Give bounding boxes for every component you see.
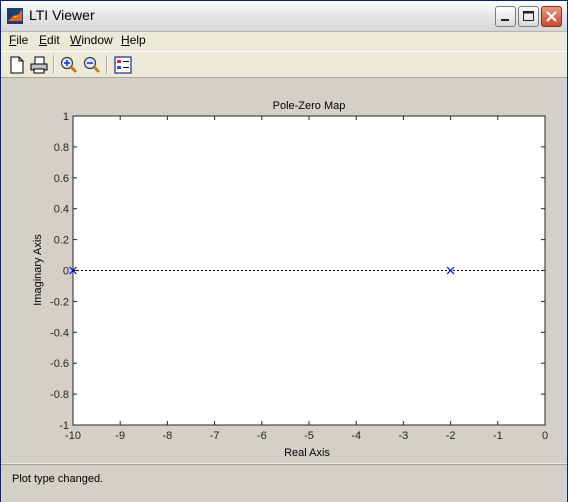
title-bar[interactable]: LTI Viewer (1, 1, 567, 32)
lti-viewer-window: LTI Viewer File Edit Window Help Pole-Ze… (0, 0, 568, 502)
toolbar-separator (53, 55, 55, 74)
y-tick-label: 0.8 (54, 142, 69, 154)
plot-panel: Pole-Zero Map Real Axis Imaginary Axis -… (1, 78, 567, 463)
y-tick-label: 0 (63, 266, 69, 278)
window-title: LTI Viewer (29, 7, 95, 23)
menu-file[interactable]: File (9, 33, 28, 47)
toolbar-separator (106, 55, 108, 74)
y-tick-label: -0.4 (50, 327, 69, 339)
new-document-icon[interactable] (7, 55, 27, 75)
close-icon (546, 11, 557, 22)
zoom-out-icon[interactable] (82, 55, 102, 75)
minimize-button[interactable] (495, 6, 516, 27)
x-tick-label: -3 (399, 430, 409, 442)
x-tick-label: -9 (115, 430, 125, 442)
menu-help[interactable]: Help (121, 33, 146, 47)
x-tick-label: -6 (257, 430, 267, 442)
y-tick-label: 0.4 (54, 204, 69, 216)
menu-bar: File Edit Window Help (1, 32, 567, 50)
maximize-icon (523, 11, 534, 21)
chart-title: Pole-Zero Map (273, 100, 346, 112)
y-axis-label: Imaginary Axis (32, 234, 44, 306)
minimize-icon (501, 19, 509, 21)
close-button[interactable] (541, 6, 562, 27)
zoom-in-icon[interactable] (59, 55, 79, 75)
x-tick-label: -4 (351, 430, 361, 442)
x-tick-label: -8 (163, 430, 173, 442)
x-tick-label: -1 (493, 430, 503, 442)
print-icon[interactable] (29, 55, 49, 75)
menu-edit[interactable]: Edit (39, 33, 60, 47)
y-tick-label: 1 (63, 111, 69, 123)
legend-icon[interactable] (113, 55, 133, 75)
x-tick-label: -2 (446, 430, 456, 442)
y-tick-label: 0.6 (54, 173, 69, 185)
toolbar (1, 51, 567, 78)
y-tick-label: -0.8 (50, 389, 69, 401)
x-tick-label: -5 (304, 430, 314, 442)
y-tick-label: -0.6 (50, 358, 69, 370)
y-tick-label: -1 (59, 420, 69, 432)
x-tick-label: 0 (542, 430, 548, 442)
status-bar: Plot type changed. (1, 464, 567, 502)
x-tick-label: -7 (210, 430, 220, 442)
status-message: Plot type changed. (12, 473, 104, 485)
menu-window[interactable]: Window (70, 33, 113, 47)
matlab-icon (7, 8, 23, 24)
maximize-button[interactable] (518, 6, 539, 27)
x-axis-label: Real Axis (284, 447, 330, 459)
pole-zero-chart: Pole-Zero Map Real Axis Imaginary Axis -… (32, 100, 548, 459)
y-tick-label: -0.2 (50, 296, 69, 308)
y-tick-label: 0.2 (54, 235, 69, 247)
